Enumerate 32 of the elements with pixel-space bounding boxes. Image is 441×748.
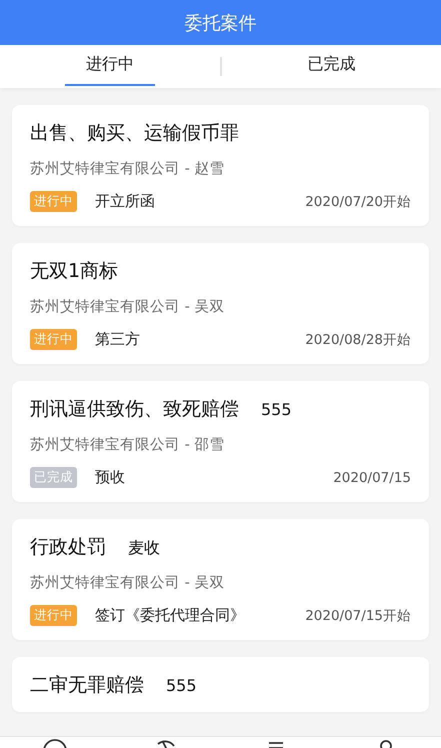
tab[interactable]: 进行中 (64, 45, 155, 86)
case-title: 刑讯逼供致伤、致死赔偿 (30, 397, 239, 422)
case-title: 出售、购买、运输假币罪 (30, 121, 239, 146)
status-badge: 进行中 (30, 329, 77, 350)
case-note: 麦收 (128, 538, 160, 559)
case-note: 555 (166, 676, 197, 695)
case-card[interactable]: 无双1商标 苏州艾特律宝有限公司 - 吴双 进行中 第三方 2020/08/28开始 (12, 243, 429, 364)
case-title: 行政处罚 (30, 535, 106, 560)
case-card[interactable]: 出售、购买、运输假币罪 苏州艾特律宝有限公司 - 赵雪 进行中 开立所函 2020/07/20开始 (12, 105, 429, 226)
case-client: 苏州艾特律宝有限公司 - 吴双 (30, 574, 226, 592)
case-title: 二审无罪赔偿 (30, 673, 144, 698)
case-card[interactable]: 刑讯逼供致伤、致死赔偿 555 苏州艾特律宝有限公司 - 邵雪 已完成 预收 2020/07/15 (12, 381, 429, 502)
case-step: 签订《委托代理合同》 (95, 606, 306, 625)
page-title: 委托案件 (184, 12, 256, 34)
case-client: 苏州艾特律宝有限公司 - 吴双 (30, 298, 226, 316)
case-date: 2020/08/28开始 (305, 330, 411, 348)
case-client: 苏州艾特律宝有限公司 - 赵雪 (30, 160, 226, 178)
case-date: 2020/07/20开始 (305, 192, 411, 210)
case-step: 预收 (95, 468, 334, 487)
case-date: 2020/07/15 (333, 470, 411, 486)
status-badge: 进行中 (30, 191, 77, 212)
case-step: 第三方 (95, 330, 306, 349)
case-client: 苏州艾特律宝有限公司 - 邵雪 (30, 436, 226, 454)
status-badge: 已完成 (30, 467, 77, 488)
case-card[interactable]: 行政处罚 麦收 苏州艾特律宝有限公司 - 吴双 进行中 签订《委托代理合同》 2020/07/15开始 (12, 519, 429, 640)
case-note: 555 (261, 400, 292, 419)
case-step: 开立所函 (95, 192, 306, 211)
case-title: 无双1商标 (30, 259, 118, 284)
case-date: 2020/07/15开始 (305, 606, 411, 624)
status-badge: 进行中 (30, 605, 77, 626)
tab[interactable]: 已完成 (286, 45, 376, 86)
case-card[interactable]: 二审无罪赔偿 555 (12, 657, 429, 712)
